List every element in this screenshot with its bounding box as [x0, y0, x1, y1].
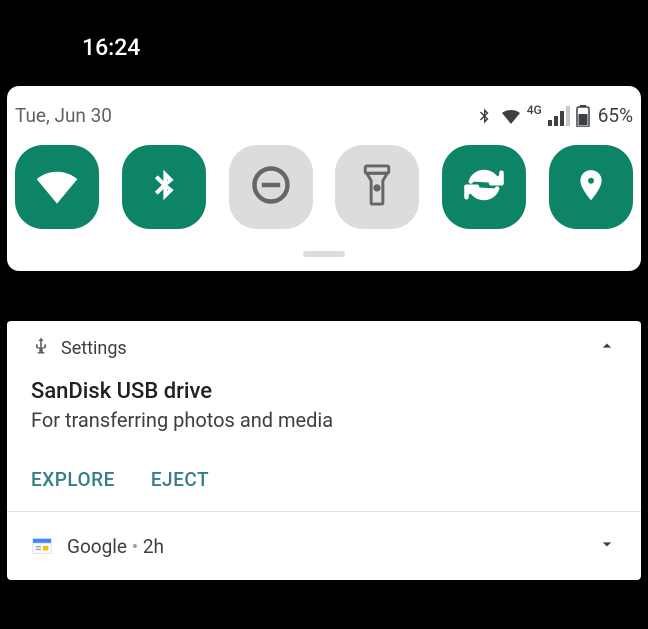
notification-list: Settings SanDisk USB drive For transferr…	[7, 320, 641, 580]
quick-settings-panel: Tue, Jun 30 4G	[7, 86, 641, 271]
statusbar-clock: 16:24	[82, 34, 140, 61]
battery-status-icon	[576, 105, 590, 127]
notification-body: For transferring photos and media	[31, 408, 617, 432]
qs-tile-bluetooth[interactable]	[122, 145, 206, 229]
qs-tiles-row	[7, 145, 641, 243]
notification-header: Settings	[31, 335, 617, 361]
wifi-icon	[34, 166, 80, 208]
signal-status-icon	[548, 106, 570, 126]
google-news-icon	[31, 535, 53, 557]
notification-actions: EXPLORE EJECT	[31, 468, 617, 511]
notification-usb[interactable]: Settings SanDisk USB drive For transferr…	[7, 321, 641, 512]
separator: •	[127, 535, 143, 558]
status-icons: 4G 65%	[475, 104, 633, 127]
flashlight-icon	[362, 163, 392, 211]
date-label: Tue, Jun 30	[15, 104, 112, 127]
qs-tile-sync[interactable]	[442, 145, 526, 229]
network-type-label: 4G	[527, 103, 542, 117]
collapse-icon[interactable]	[597, 336, 617, 360]
qs-tile-location[interactable]	[549, 145, 633, 229]
notification-app-label: Google • 2h	[67, 535, 164, 558]
location-icon	[574, 163, 608, 211]
qs-tile-wifi[interactable]	[15, 145, 99, 229]
qs-header: Tue, Jun 30 4G	[7, 104, 641, 145]
notification-google[interactable]: Google • 2h	[7, 512, 641, 580]
wifi-status-icon	[499, 106, 523, 126]
expand-icon[interactable]	[597, 534, 617, 558]
notification-age: 2h	[143, 535, 164, 558]
usb-icon	[31, 335, 51, 361]
eject-button[interactable]: EJECT	[151, 468, 209, 491]
qs-tile-dnd[interactable]	[229, 145, 313, 229]
sync-icon	[463, 164, 505, 210]
panel-drag-handle[interactable]	[303, 251, 345, 257]
bluetooth-icon	[149, 163, 179, 211]
explore-button[interactable]: EXPLORE	[31, 468, 115, 491]
bluetooth-status-icon	[475, 105, 493, 127]
dnd-icon	[249, 163, 293, 211]
notification-title: SanDisk USB drive	[31, 379, 617, 404]
google-app-name: Google	[67, 535, 127, 558]
notification-app-label: Settings	[61, 338, 127, 359]
qs-tile-flashlight[interactable]	[335, 145, 419, 229]
battery-percent-label: 65%	[598, 104, 633, 127]
